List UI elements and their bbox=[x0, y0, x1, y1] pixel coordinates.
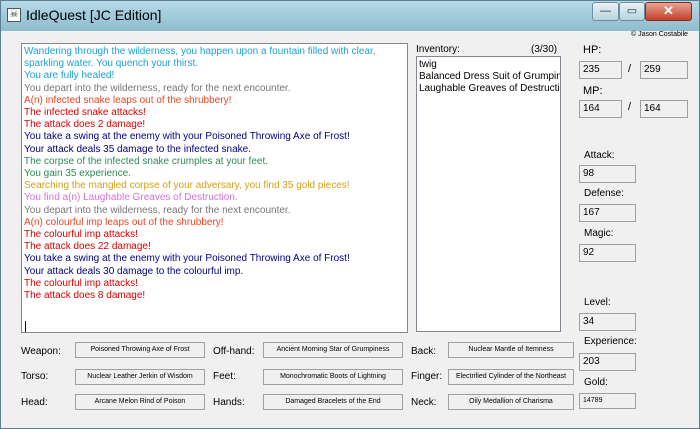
log-line: Your attack deals 35 damage to the infec… bbox=[24, 143, 252, 155]
inventory-item[interactable]: Laughable Greaves of Destruction bbox=[419, 83, 560, 95]
inventory-list[interactable]: twigBalanced Dress Suit of GrumpinessLau… bbox=[416, 56, 561, 332]
magic-label: Magic: bbox=[584, 228, 614, 239]
torso-label: Torso: bbox=[21, 371, 49, 382]
log-line: A(n) infected snake leaps out of the shr… bbox=[24, 94, 232, 106]
inventory-item[interactable]: Balanced Dress Suit of Grumpiness bbox=[419, 71, 560, 83]
finger-label: Finger: bbox=[411, 371, 443, 382]
log-line: You depart into the wilderness, ready fo… bbox=[24, 204, 291, 216]
maximize-button[interactable]: ▭ bbox=[619, 2, 645, 21]
log-line: Your attack deals 30 damage to the colou… bbox=[24, 265, 244, 277]
log-line: The attack does 22 damage! bbox=[24, 241, 151, 253]
window-title: IdleQuest [JC Edition] bbox=[26, 7, 162, 23]
mp-separator: / bbox=[628, 101, 632, 113]
weapon-label: Weapon: bbox=[21, 346, 61, 357]
log-line: The corpse of the infected snake crumple… bbox=[24, 155, 269, 167]
log-line: The attack does 2 damage! bbox=[24, 119, 146, 131]
torso-slot[interactable]: Nuclear Leather Jerkin of Wisdom bbox=[75, 369, 205, 385]
log-line: You are fully healed! bbox=[24, 70, 115, 82]
copyright-label: © Jason Costabile bbox=[631, 31, 688, 38]
mp-current-field: 164 bbox=[579, 100, 622, 118]
feet-slot[interactable]: Monochromatic Boots of Lightning bbox=[263, 369, 403, 385]
experience-label: Experience: bbox=[584, 336, 637, 347]
hp-current-field: 235 bbox=[579, 61, 622, 79]
log-line: The colourful imp attacks! bbox=[24, 229, 138, 241]
inventory-label: Inventory: bbox=[416, 44, 460, 55]
text-caret bbox=[25, 321, 26, 332]
offhand-label: Off-hand: bbox=[213, 346, 255, 357]
defense-field: 167 bbox=[579, 204, 636, 222]
attack-field: 98 bbox=[579, 165, 636, 183]
hp-separator: / bbox=[628, 63, 632, 75]
neck-label: Neck: bbox=[411, 397, 437, 408]
log-line: You find a(n) Laughable Greaves of Destr… bbox=[24, 192, 238, 204]
level-field: 34 bbox=[579, 313, 636, 331]
log-line: You depart into the wilderness, ready fo… bbox=[24, 82, 291, 94]
experience-field: 203 bbox=[579, 353, 636, 371]
close-button[interactable]: ✕ bbox=[645, 2, 692, 21]
log-line: The colourful imp attacks! bbox=[24, 277, 138, 289]
log-line: You gain 35 experience. bbox=[24, 168, 131, 180]
minimize-button[interactable]: — bbox=[592, 2, 619, 21]
hands-slot[interactable]: Damaged Bracelets of the End bbox=[263, 394, 403, 410]
gold-label: Gold: bbox=[584, 377, 608, 388]
log-line: You take a swing at the enemy with your … bbox=[24, 253, 350, 265]
event-log[interactable]: Wandering through the wilderness, you ha… bbox=[21, 43, 408, 333]
level-label: Level: bbox=[584, 297, 611, 308]
mp-max-field: 164 bbox=[640, 100, 688, 118]
hp-label: HP: bbox=[583, 44, 602, 56]
attack-label: Attack: bbox=[584, 150, 615, 161]
log-line: Searching the mangled corpse of your adv… bbox=[24, 180, 350, 192]
mp-label: MP: bbox=[583, 85, 603, 97]
log-line: You take a swing at the enemy with your … bbox=[24, 131, 350, 143]
hp-max-field: 259 bbox=[640, 61, 688, 79]
hands-label: Hands: bbox=[213, 397, 245, 408]
log-line: The infected snake attacks! bbox=[24, 107, 146, 119]
weapon-slot[interactable]: Poisoned Throwing Axe of Frost bbox=[75, 342, 205, 358]
inventory-count: (3/30) bbox=[531, 44, 558, 55]
magic-field: 92 bbox=[579, 244, 636, 262]
inventory-item[interactable]: twig bbox=[419, 59, 560, 71]
log-line: A(n) colourful imp leaps out of the shru… bbox=[24, 216, 224, 228]
skull-icon[interactable]: ☠ bbox=[7, 8, 21, 22]
finger-slot[interactable]: Electrified Cylinder of the Northeast bbox=[448, 369, 574, 385]
title-bar[interactable]: ☠ IdleQuest [JC Edition] — ▭ ✕ bbox=[1, 1, 699, 31]
defense-label: Defense: bbox=[584, 188, 625, 199]
log-line: Wandering through the wilderness, you ha… bbox=[24, 46, 376, 57]
neck-slot[interactable]: Oily Medallion of Charisma bbox=[448, 394, 574, 410]
offhand-slot[interactable]: Ancient Morning Star of Grumpiness bbox=[263, 342, 403, 358]
head-label: Head: bbox=[21, 397, 48, 408]
head-slot[interactable]: Arcane Melon Rind of Poison bbox=[75, 394, 205, 410]
gold-field: 14789 bbox=[579, 393, 636, 409]
feet-label: Feet: bbox=[213, 371, 236, 382]
log-line: The attack does 8 damage! bbox=[24, 290, 146, 302]
back-label: Back: bbox=[411, 346, 437, 357]
app-window: ☠ IdleQuest [JC Edition] — ▭ ✕ © Jason C… bbox=[0, 0, 700, 429]
back-slot[interactable]: Nuclear Mantle of Itemness bbox=[448, 342, 574, 358]
log-line: sparkling water. You quench your thirst. bbox=[24, 58, 198, 70]
